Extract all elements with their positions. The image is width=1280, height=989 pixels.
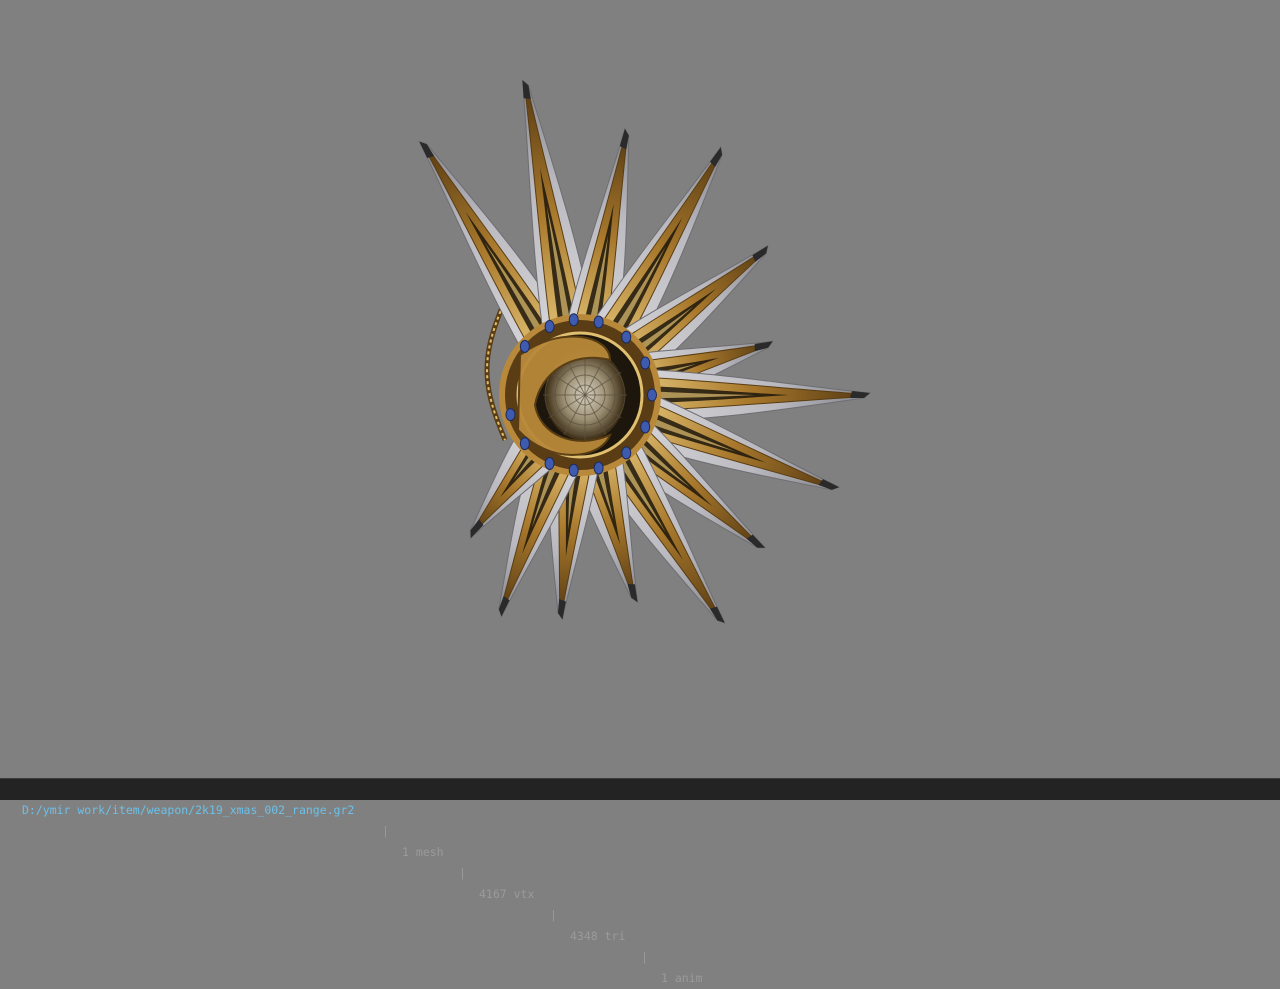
separator: | [459,866,466,880]
gem [647,388,657,402]
file-path: D:/ymir work/item/weapon/2k19_xmas_002_r… [22,803,355,817]
anim-count: 1 anim [661,971,703,985]
chain-string [484,299,508,441]
weapon-hub [499,313,661,477]
gem [544,319,555,333]
vertex-count: 4167 vtx [479,887,535,901]
gem [544,457,555,471]
gem [621,330,632,344]
gem [505,408,516,422]
gem [593,315,604,329]
separator: | [382,824,389,838]
gem [593,461,604,475]
3d-viewport[interactable] [0,0,1280,778]
separator: | [550,908,557,922]
mesh-count: 1 mesh [402,845,444,859]
weapon-model-render [418,79,872,624]
separator: | [641,950,648,964]
gem [640,420,651,434]
gem [568,463,579,477]
gem [640,356,651,370]
gem [621,446,632,460]
triangle-count: 4348 tri [570,929,626,943]
status-bar: D:/ymir work/item/weapon/2k19_xmas_002_r… [0,778,1280,985]
gem [519,339,530,353]
gem [568,313,579,327]
gem [519,437,530,451]
